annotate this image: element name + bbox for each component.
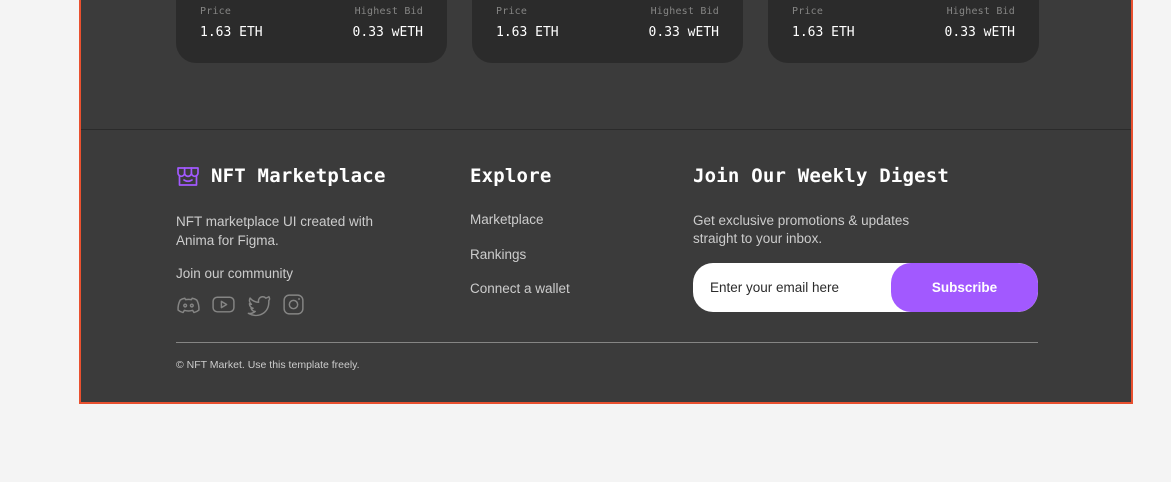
connect-wallet-link[interactable]: Connect a wallet (470, 281, 570, 296)
rankings-link[interactable]: Rankings (470, 247, 526, 262)
highest-bid-label: Highest Bid (650, 6, 719, 17)
copyright-text: © NFT Market. Use this template freely. (176, 359, 360, 371)
instagram-icon[interactable] (281, 292, 306, 317)
price-label: Price (792, 6, 824, 17)
nft-card[interactable]: Price Highest Bid 1.63 ETH 0.33 wETH (176, 0, 447, 63)
digest-description: Get exclusive promotions & updates strai… (693, 213, 910, 246)
brand-title: NFT Marketplace (211, 165, 386, 187)
footer-about-text: NFT marketplace UI created with Anima fo… (176, 214, 374, 248)
page-frame: Price Highest Bid 1.63 ETH 0.33 wETH Pri… (79, 0, 1133, 404)
nft-card[interactable]: Price Highest Bid 1.63 ETH 0.33 wETH (472, 0, 743, 63)
price-label: Price (200, 6, 232, 17)
social-links (176, 292, 306, 317)
email-input[interactable] (693, 263, 910, 312)
highest-bid-label: Highest Bid (354, 6, 423, 17)
price-value: 1.63 ETH (496, 25, 559, 40)
highest-bid-label: Highest Bid (946, 6, 1015, 17)
subscribe-form: Subscribe (693, 263, 1038, 312)
section-divider (81, 129, 1131, 130)
price-value: 1.63 ETH (792, 25, 855, 40)
price-label: Price (496, 6, 528, 17)
marketplace-link[interactable]: Marketplace (470, 212, 544, 227)
price-value: 1.63 ETH (200, 25, 263, 40)
discord-icon[interactable] (176, 292, 201, 317)
highest-bid-value: 0.33 wETH (944, 25, 1015, 40)
community-label: Join our community (176, 266, 294, 281)
twitter-icon[interactable] (246, 292, 271, 317)
highest-bid-value: 0.33 wETH (352, 25, 423, 40)
subscribe-button[interactable]: Subscribe (891, 263, 1038, 312)
storefront-icon (177, 167, 199, 186)
explore-title: Explore (470, 165, 552, 187)
footer-brand[interactable]: NFT Marketplace (176, 164, 386, 188)
highest-bid-value: 0.33 wETH (648, 25, 719, 40)
digest-title: Join Our Weekly Digest (693, 165, 950, 187)
footer-divider (176, 342, 1038, 343)
youtube-icon[interactable] (211, 292, 236, 317)
nft-card[interactable]: Price Highest Bid 1.63 ETH 0.33 wETH (768, 0, 1039, 63)
